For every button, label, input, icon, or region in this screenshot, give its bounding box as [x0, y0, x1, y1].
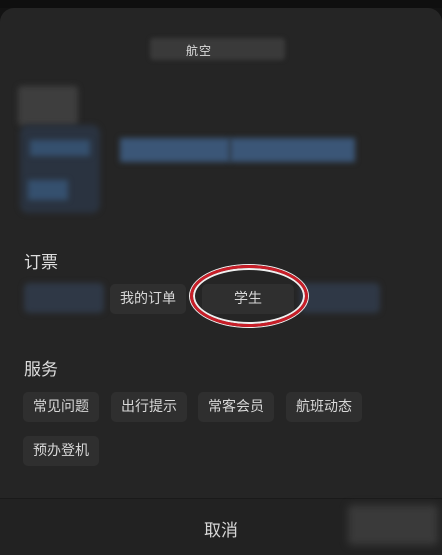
booking-section-title: 订票 — [24, 253, 58, 273]
travel-tips-button[interactable]: 出行提示 — [111, 392, 187, 422]
services-section-title: 服务 — [24, 360, 58, 380]
redacted-card-text — [28, 180, 68, 200]
frequent-flyer-button[interactable]: 常客会员 — [198, 392, 274, 422]
redacted-card-text — [30, 140, 90, 156]
redacted-booking-item[interactable] — [24, 283, 104, 313]
status-strip — [0, 0, 442, 8]
sheet-title: 航空 — [186, 44, 213, 58]
student-button[interactable]: 学生 — [202, 284, 294, 314]
action-sheet: 航空 — [0, 8, 442, 498]
screen: 航空 订票 我的订单 学生 服务 常见问题 出行提示 常客会员 航班动态 预办登… — [0, 0, 442, 555]
pre-checkin-button[interactable]: 预办登机 — [23, 436, 99, 466]
sheet-header: 航空 — [0, 36, 442, 64]
redacted-text — [230, 138, 355, 162]
redacted-avatar — [18, 86, 78, 126]
faq-button[interactable]: 常见问题 — [23, 392, 99, 422]
title-redaction — [150, 38, 285, 60]
watermark — [348, 505, 438, 545]
redacted-text — [120, 138, 230, 162]
my-orders-button[interactable]: 我的订单 — [110, 284, 186, 314]
redacted-booking-item[interactable] — [300, 283, 380, 313]
flight-status-button[interactable]: 航班动态 — [286, 392, 362, 422]
